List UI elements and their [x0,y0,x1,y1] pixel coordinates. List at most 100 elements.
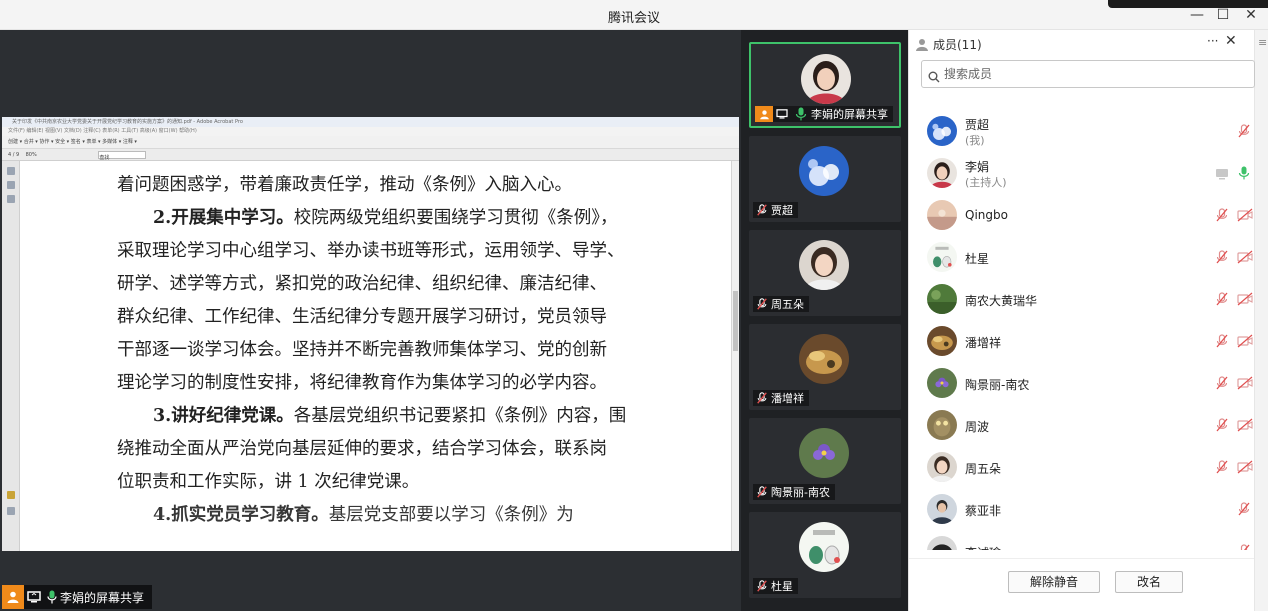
video-tile-name-bar: 杜星 [753,578,798,594]
acrobat-title: 关于印发《中共南京农业大学党委关于开展党纪学习教育的实施方案》的通知.pdf -… [2,117,739,127]
member-row[interactable]: 潘增祥 [909,320,1254,362]
mic-muted-icon[interactable] [1215,375,1229,394]
document-line: 干部逐一谈学习体会。坚持并不断完善教师集体学习、党的创新 [117,334,647,367]
rename-button[interactable]: 改名 [1115,571,1183,593]
camera-off-icon[interactable] [1237,249,1253,268]
mic-muted-icon[interactable] [1215,459,1229,478]
camera-off-icon[interactable] [1237,333,1253,352]
minimize-button[interactable]: — [1186,4,1208,26]
video-tile-name: 李娟的屏幕共享 [811,108,888,121]
document-text: 着问题困惑学，带着廉政责任学，推动《条例》入脑入心。 2.开展集中学习。校院两级党… [117,169,647,532]
mic-muted-icon[interactable] [1215,249,1229,268]
mic-muted-icon [756,298,768,310]
share-person-icon [755,106,773,122]
window-titlebar: 腾讯会议 — ☐ ✕ [0,0,1268,30]
camera-off-icon[interactable] [1237,375,1253,394]
camera-off-icon[interactable] [1237,459,1253,478]
mic-muted-icon[interactable] [1215,333,1229,352]
maximize-button[interactable]: ☐ [1212,4,1234,26]
video-tile[interactable]: 潘增祥 [749,324,901,410]
video-tile-name-bar: 陶景丽-南农 [753,484,835,500]
acrobat-left-pane [2,161,20,551]
mic-on-icon [794,107,808,121]
mic-muted-icon [756,392,768,404]
acrobat-toolbar: 创建 ▾ 合并 ▾ 协作 ▾ 安全 ▾ 签名 ▾ 表单 ▾ 多媒体 ▾ 注释 ▾ [2,136,739,149]
member-row[interactable]: 南农大黄瑞华 [909,278,1254,320]
avatar [927,368,957,398]
video-tile[interactable]: 李娟的屏幕共享 [749,42,901,128]
search-icon [928,68,940,87]
avatar [927,116,957,146]
document-line: 采取理论学习中心组学习、举办读书班等形式，运用领学、导学、 [117,235,647,268]
camera-off-icon[interactable] [1237,417,1253,436]
mic-muted-icon[interactable] [1237,543,1251,550]
avatar [927,242,957,272]
member-row[interactable]: 周五朵 [909,446,1254,488]
section-heading: 3.讲好纪律党课。 [153,406,294,426]
document-line: 4.抓实党员学习教育。基层党支部要以学习《条例》为 [117,499,647,532]
mic-on-icon[interactable] [1237,165,1251,184]
member-name: 潘增祥 [965,336,1002,350]
member-row[interactable]: 杜星 [909,236,1254,278]
mic-muted-icon [756,486,768,498]
page-total: / 9 [12,152,20,158]
screen-share-icon[interactable] [1215,165,1229,184]
video-tile[interactable]: 周五朵 [749,230,901,316]
member-row[interactable]: Qingbo [909,194,1254,236]
member-search-box[interactable] [921,60,1255,88]
avatar [927,410,957,440]
screen-share-label: 李娟的屏幕共享 [60,590,145,605]
screen-share-icon [776,109,788,119]
video-tile-name-bar: 潘增祥 [753,390,809,406]
camera-off-icon[interactable] [1237,291,1253,310]
line-text: 研学、述学等方式，紧扣党的政治纪律、组织纪律、廉洁纪律、 [117,274,607,294]
camera-off-icon[interactable] [1237,207,1253,226]
members-icon [915,36,929,55]
window-title: 腾讯会议 [607,11,660,26]
members-panel-header: 成员(11) ··· ✕ [909,30,1268,56]
video-tile[interactable]: 贾超 [749,136,901,222]
mic-muted-icon[interactable] [1237,123,1251,142]
hamburger-menu-icon[interactable]: ≡ [1258,36,1267,49]
member-role: (主持人) [965,176,1007,189]
member-row[interactable]: 贾超 (我) [909,110,1254,152]
screen-share-icon [27,591,41,603]
line-text: 干部逐一谈学习体会。坚持并不断完善教师集体学习、党的创新 [117,340,607,360]
member-row[interactable]: 李诚瑜 [909,530,1254,550]
mic-muted-icon [756,204,768,216]
line-text: 校院两级党组织要围绕学习贯彻《条例》， [293,208,618,228]
member-search-input[interactable] [944,65,1244,83]
members-list: 贾超 (我) 李娟 (主持人) Qingbo 杜星南农大黄瑞华 潘增祥陶景丽-南农 周波 周五朵… [909,110,1254,550]
close-panel-button[interactable]: ✕ [1225,33,1237,49]
video-tile-name: 潘增祥 [771,392,804,405]
shared-acrobat-window: 关于印发《中共南京农业大学党委关于开展党纪学习教育的实施方案》的通知.pdf -… [2,117,739,551]
mic-muted-icon[interactable] [1237,501,1251,520]
mic-muted-icon [756,580,768,592]
document-line: 3.讲好纪律党课。各基层党组织书记要紧扣《条例》内容，围 [117,400,647,433]
video-tile[interactable]: 陶景丽-南农 [749,418,901,504]
mic-muted-icon[interactable] [1215,417,1229,436]
member-row[interactable]: 李娟 (主持人) [909,152,1254,194]
line-text: 采取理论学习中心组学习、举办读书班等形式，运用领学、导学、 [117,241,625,261]
member-role: (我) [965,134,985,147]
line-text: 着问题困惑学，带着廉政责任学，推动《条例》入脑入心。 [117,175,572,195]
member-row[interactable]: 蔡亚非 [909,488,1254,530]
close-button[interactable]: ✕ [1240,4,1262,26]
mic-muted-icon[interactable] [1215,207,1229,226]
member-row[interactable]: 陶景丽-南农 [909,362,1254,404]
more-options-button[interactable]: ··· [1207,34,1218,48]
member-name: 杜星 [965,252,990,266]
mic-muted-icon[interactable] [1215,291,1229,310]
video-tile[interactable]: 杜星 [749,512,901,598]
document-line: 2.开展集中学习。校院两级党组织要围绕学习贯彻《条例》， [117,202,647,235]
avatar [801,54,851,104]
member-row[interactable]: 周波 [909,404,1254,446]
unmute-all-button[interactable]: 解除静音 [1008,571,1100,593]
attachments-icon [7,507,15,515]
document-scrollbar [731,161,739,551]
member-name: 贾超 [965,118,990,132]
video-tiles-column[interactable]: 李娟的屏幕共享贾超 周五朵潘增祥陶景丽-南农 杜星 [741,30,908,611]
member-name: 南农大黄瑞华 [965,294,1038,308]
members-count-title: 成员(11) [933,38,982,52]
video-tile-name-bar: 李娟的屏幕共享 [755,106,893,122]
